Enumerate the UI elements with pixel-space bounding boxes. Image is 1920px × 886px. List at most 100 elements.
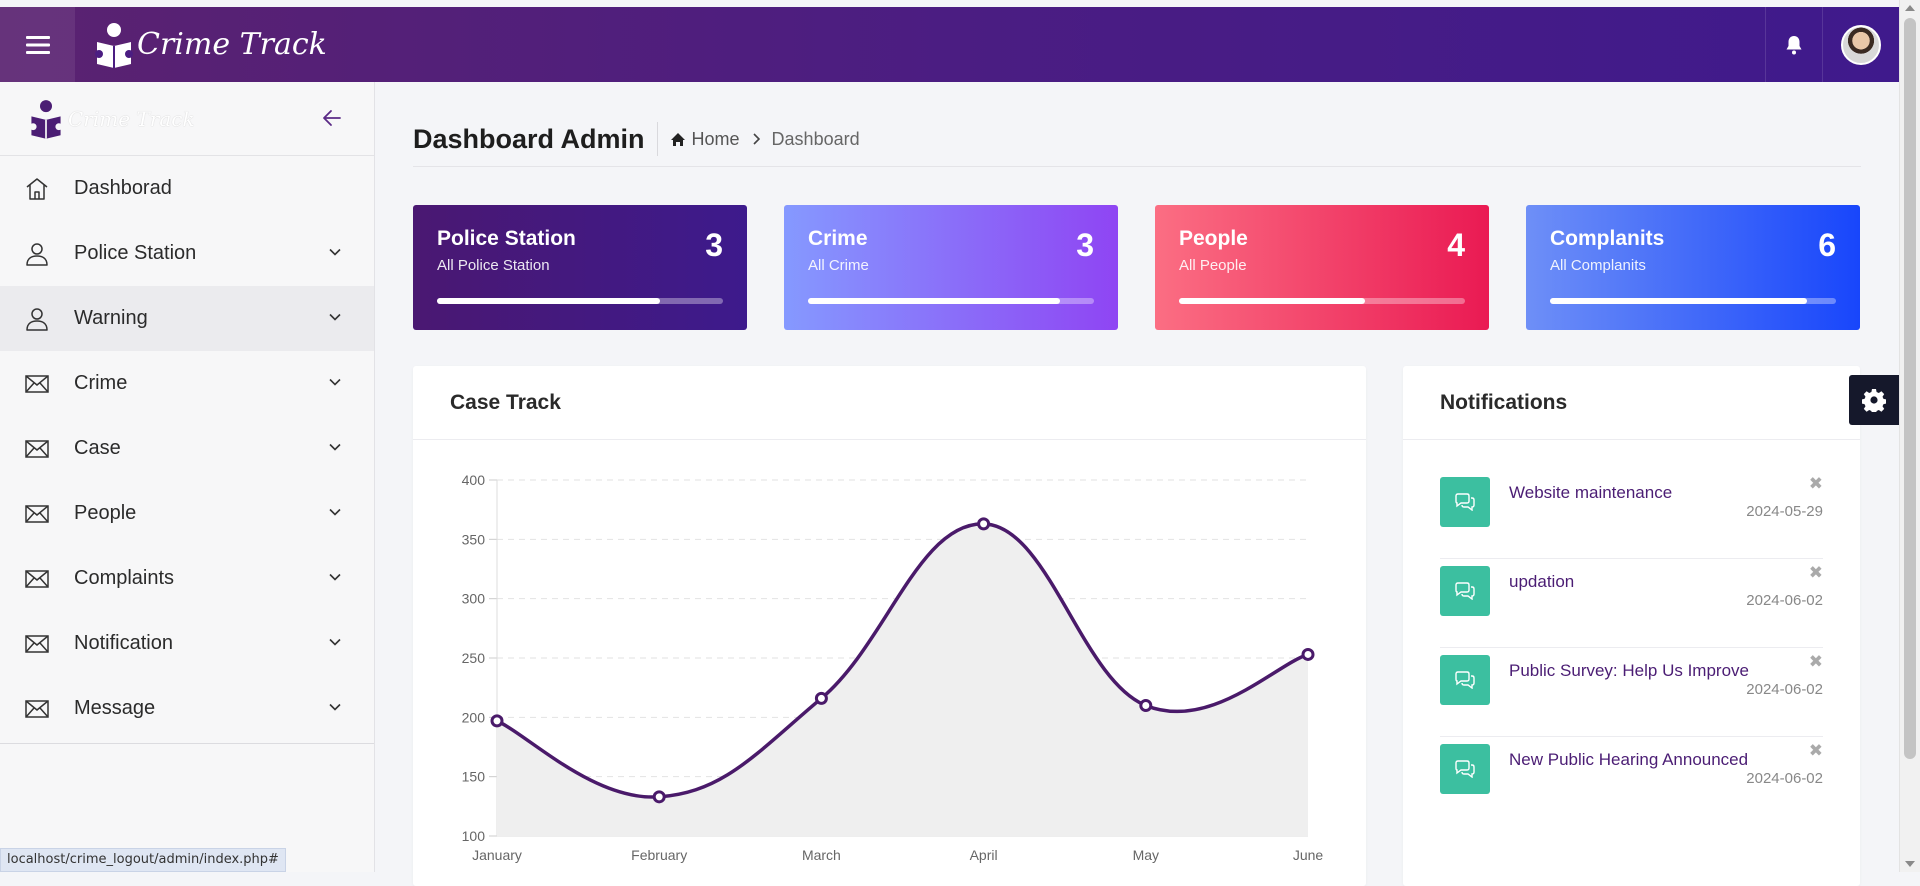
notifications-card: Notifications Website maintenance ✖ 2024-0…	[1403, 366, 1860, 886]
x-tick-label: January	[472, 847, 522, 863]
sidebar-item-label: Police Station	[74, 242, 197, 264]
chevron-down-icon	[329, 443, 341, 451]
stat-value: 6	[1818, 227, 1836, 263]
notification-item[interactable]: updation ✖ 2024-06-02	[1440, 559, 1823, 648]
sidebar-item-notification[interactable]: Notification	[0, 611, 374, 676]
case-track-chart: 100 150 200 250 300 350 400 January February Marc…	[462, 472, 1324, 863]
notifications-button[interactable]	[1765, 7, 1822, 82]
stat-subtitle: All Crime	[808, 257, 869, 274]
data-point	[1139, 698, 1153, 712]
notification-title[interactable]: New Public Hearing Announced	[1509, 750, 1748, 770]
notification-title[interactable]: Website maintenance	[1509, 483, 1672, 503]
scroll-thumb[interactable]	[1904, 18, 1916, 759]
sidebar-item-crime[interactable]: Crime	[0, 351, 374, 416]
home-icon	[670, 132, 685, 146]
sidebar-item-people[interactable]: People	[0, 481, 374, 546]
stat-card-crime[interactable]: Crime All Crime 3	[784, 205, 1118, 330]
y-tick-label: 250	[462, 650, 486, 666]
chat-bubbles-icon	[1440, 566, 1490, 616]
stat-cards: Police Station All Police Station 3 Crime Al…	[413, 205, 1861, 330]
brand-name: Crime Track	[137, 27, 327, 62]
sidebar-divider	[0, 743, 374, 744]
sidebar-item-label: Case	[74, 437, 121, 459]
sidebar-header: Crime Track	[0, 82, 374, 156]
menu-toggle-button[interactable]	[0, 7, 75, 82]
stat-progress-bar	[1550, 298, 1836, 304]
sidebar-item-warning[interactable]: Warning	[0, 286, 374, 351]
notification-item[interactable]: New Public Hearing Announced ✖ 2024-06-02	[1440, 737, 1823, 826]
notifications-title: Notifications	[1403, 366, 1860, 440]
x-tick-label: March	[802, 847, 841, 863]
notification-title[interactable]: updation	[1509, 572, 1574, 592]
main-content: Dashboard Admin Home Dashboard Police St…	[413, 82, 1861, 886]
notification-date: 2024-06-02	[1746, 681, 1823, 698]
user-icon	[26, 307, 48, 331]
sidebar-item-message[interactable]: Message	[0, 676, 374, 741]
browser-status-url: localhost/crime_logout/admin/index.php#	[0, 848, 286, 872]
notification-date: 2024-06-02	[1746, 770, 1823, 787]
dismiss-notification-button[interactable]: ✖	[1809, 652, 1823, 672]
page-header: Dashboard Admin Home Dashboard	[413, 82, 1861, 167]
dismiss-notification-button[interactable]: ✖	[1809, 741, 1823, 761]
stat-progress-fill	[1179, 298, 1365, 304]
data-point	[652, 790, 666, 804]
stat-card-people[interactable]: People All People 4	[1155, 205, 1489, 330]
y-tick-label: 300	[462, 591, 486, 607]
notification-item[interactable]: Website maintenance ✖ 2024-05-29	[1440, 470, 1823, 559]
stat-value: 3	[1076, 227, 1094, 263]
chevron-down-icon	[329, 573, 341, 581]
y-tick-label: 200	[462, 709, 486, 725]
user-menu-button[interactable]	[1822, 7, 1899, 82]
user-icon	[26, 242, 48, 266]
reader-logo-icon	[95, 22, 133, 68]
chart-card-title: Case Track	[413, 366, 1366, 440]
bell-icon	[1786, 35, 1802, 54]
stat-card-police-station[interactable]: Police Station All Police Station 3	[413, 205, 747, 330]
notification-item[interactable]: Public Survey: Help Us Improve ✖ 2024-06-0…	[1440, 648, 1823, 737]
chevron-down-icon	[329, 313, 341, 321]
data-point	[490, 714, 504, 728]
y-tick-label: 100	[462, 828, 486, 844]
sidebar-item-complaints[interactable]: Complaints	[0, 546, 374, 611]
chevron-down-icon	[329, 703, 341, 711]
sidebar-item-case[interactable]: Case	[0, 416, 374, 481]
mail-icon	[25, 439, 49, 458]
breadcrumb: Home Dashboard	[670, 122, 860, 156]
scroll-down-arrow[interactable]	[1905, 861, 1915, 867]
dismiss-notification-button[interactable]: ✖	[1809, 563, 1823, 583]
sidebar-item-dashborad[interactable]: Dashborad	[0, 156, 374, 221]
notification-date: 2024-06-02	[1746, 592, 1823, 609]
breadcrumb-home-label: Home	[691, 129, 740, 149]
page-title: Dashboard Admin	[413, 122, 658, 156]
page-scrollbar[interactable]	[1899, 0, 1920, 872]
sidebar-item-police-station[interactable]: Police Station	[0, 221, 374, 286]
x-tick-label: April	[970, 847, 998, 863]
settings-toggle-button[interactable]	[1849, 375, 1899, 425]
user-avatar	[1841, 24, 1881, 65]
stat-progress-fill	[437, 298, 661, 304]
mail-icon	[25, 699, 49, 718]
dismiss-notification-button[interactable]: ✖	[1809, 474, 1823, 494]
notification-date: 2024-05-29	[1746, 503, 1823, 520]
home-icon	[26, 177, 48, 200]
x-tick-label: February	[631, 847, 687, 863]
scroll-up-arrow[interactable]	[1905, 5, 1915, 11]
notification-list: Website maintenance ✖ 2024-05-29 updation ✖ 2…	[1403, 440, 1860, 826]
area-fill	[497, 523, 1308, 836]
data-point	[814, 691, 828, 705]
sidebar-item-label: Complaints	[74, 567, 175, 589]
gear-icon	[1862, 389, 1886, 412]
notification-title[interactable]: Public Survey: Help Us Improve	[1509, 661, 1749, 681]
stat-subtitle: All Police Station	[437, 257, 550, 274]
brand-logo[interactable]: Crime Track	[93, 22, 327, 68]
y-tick-label: 350	[462, 531, 486, 547]
reader-logo-icon	[29, 99, 63, 139]
stat-card-complanits[interactable]: Complanits All Complanits 6	[1526, 205, 1860, 330]
breadcrumb-home-link[interactable]: Home	[670, 122, 740, 156]
sidebar-item-label: Notification	[74, 632, 173, 654]
case-track-card: Case Track 100 150 200 250 300 350 400 January F…	[413, 366, 1366, 886]
stat-progress-fill	[808, 298, 1060, 304]
collapse-sidebar-arrow-icon[interactable]	[320, 106, 344, 130]
sidebar-item-label: Message	[74, 697, 156, 719]
stat-subtitle: All Complanits	[1550, 257, 1646, 274]
